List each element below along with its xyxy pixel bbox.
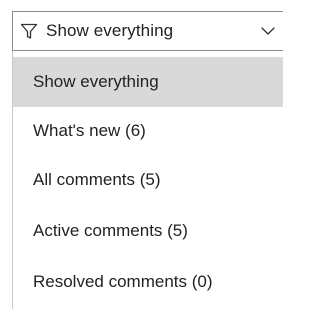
menu-item-show-everything[interactable]: Show everything [13, 57, 283, 107]
menu-item-label: All comments (5) [33, 170, 161, 189]
menu-item-label: Show everything [33, 72, 159, 91]
filter-selected-label: Show everything [46, 21, 174, 40]
menu-item-label: Resolved comments (0) [33, 272, 213, 291]
menu-item-all-comments[interactable]: All comments (5) [13, 155, 283, 205]
comment-filter-widget: Show everything Show everything What's n… [0, 0, 283, 309]
menu-item-label: What's new (6) [33, 121, 146, 140]
menu-item-resolved-comments[interactable]: Resolved comments (0) [13, 257, 283, 307]
filter-options-menu: Show everything What's new (6) All comme… [12, 51, 283, 309]
filter-dropdown-button[interactable]: Show everything [12, 11, 283, 51]
menu-item-active-comments[interactable]: Active comments (5) [13, 206, 283, 256]
menu-item-label: Active comments (5) [33, 221, 188, 240]
menu-item-whats-new[interactable]: What's new (6) [13, 106, 283, 156]
chevron-down-icon[interactable] [260, 24, 276, 38]
filter-icon [20, 22, 38, 40]
